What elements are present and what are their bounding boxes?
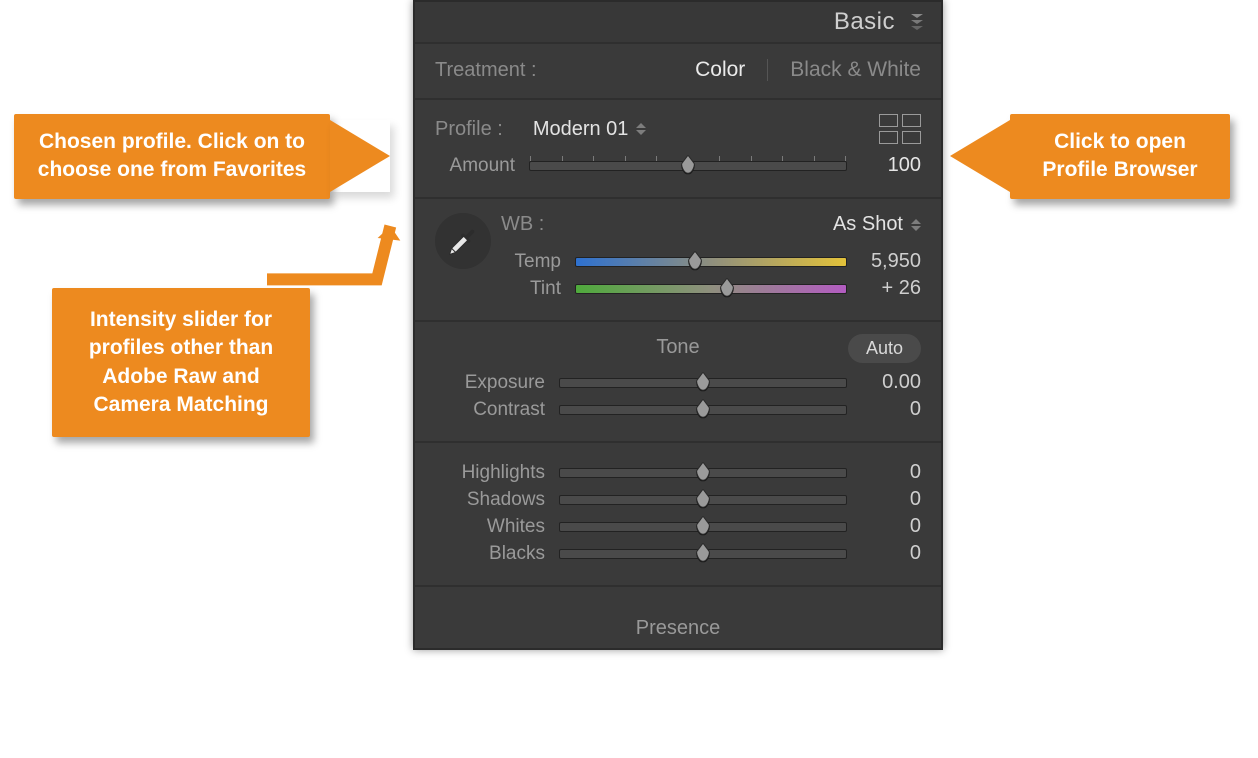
- tint-value[interactable]: + 26: [861, 277, 921, 300]
- slider-label: Shadows: [435, 489, 545, 511]
- slider-row: Whites 0: [435, 515, 921, 538]
- eyedropper-button[interactable]: [435, 213, 491, 269]
- temp-value[interactable]: 5,950: [861, 250, 921, 273]
- treatment-section: Treatment : Color Black & White: [415, 44, 941, 100]
- panel-title: Basic: [834, 8, 895, 36]
- treatment-label: Treatment :: [435, 59, 537, 82]
- temp-slider[interactable]: [575, 257, 847, 267]
- highlights-slider[interactable]: [559, 468, 847, 478]
- wb-section: WB : As Shot Temp 5,950 Tint: [415, 199, 941, 322]
- amount-label: Amount: [427, 155, 515, 177]
- wb-value: As Shot: [833, 213, 903, 236]
- wb-label: WB :: [501, 213, 544, 236]
- slider-row: Shadows 0: [435, 488, 921, 511]
- shadows-slider[interactable]: [559, 495, 847, 505]
- slider-label: Blacks: [435, 543, 545, 565]
- profile-label: Profile :: [435, 118, 503, 141]
- treatment-color[interactable]: Color: [695, 58, 745, 82]
- slider-value[interactable]: 0.00: [861, 371, 921, 394]
- slider-row: Highlights 0: [435, 461, 921, 484]
- wb-dropdown[interactable]: As Shot: [833, 213, 921, 236]
- whites-slider[interactable]: [559, 522, 847, 532]
- contrast-slider[interactable]: [559, 405, 847, 415]
- blacks-slider[interactable]: [559, 549, 847, 559]
- basic-panel: Basic Treatment : Color Black & White Pr…: [413, 0, 943, 650]
- slider-value[interactable]: 0: [861, 542, 921, 565]
- callout-browser: Click to open Profile Browser: [1010, 114, 1230, 199]
- callout-amount: Intensity slider for profiles other than…: [52, 288, 310, 437]
- panel-header: Basic: [415, 2, 941, 44]
- profile-section: Profile : Modern 01 Amount 100: [415, 100, 941, 199]
- exposure-slider[interactable]: [559, 378, 847, 388]
- tone-title: Tone: [656, 336, 699, 359]
- presence-section: Presence: [415, 587, 941, 648]
- arrow-left-icon: [950, 120, 1010, 192]
- tint-slider[interactable]: [575, 284, 847, 294]
- tone-section: Tone Auto Exposure 0.00 Contrast 0: [415, 322, 941, 443]
- callout-profile: Chosen profile. Click on to choose one f…: [14, 114, 330, 199]
- amount-slider[interactable]: [529, 161, 847, 171]
- slider-label: Contrast: [435, 399, 545, 421]
- slider-value[interactable]: 0: [861, 461, 921, 484]
- tint-label: Tint: [501, 278, 561, 300]
- temp-label: Temp: [501, 251, 561, 273]
- treatment-separator: [767, 59, 768, 81]
- slider-value[interactable]: 0: [861, 515, 921, 538]
- slider-value[interactable]: 0: [861, 398, 921, 421]
- slider-label: Exposure: [435, 372, 545, 394]
- profile-value: Modern 01: [533, 118, 629, 141]
- treatment-bw[interactable]: Black & White: [790, 58, 921, 82]
- slider-label: Whites: [435, 516, 545, 538]
- tone-section-2: Highlights 0 Shadows 0 Whites 0 Blacks 0: [415, 443, 941, 587]
- slider-row: Exposure 0.00: [435, 371, 921, 394]
- auto-button[interactable]: Auto: [848, 334, 921, 363]
- arrow-right-icon: [330, 120, 390, 192]
- amount-value[interactable]: 100: [861, 154, 921, 177]
- updown-icon: [911, 219, 921, 231]
- panel-disclosure-icon[interactable]: [909, 14, 925, 30]
- profile-dropdown[interactable]: Modern 01: [533, 118, 879, 141]
- slider-value[interactable]: 0: [861, 488, 921, 511]
- updown-icon: [636, 123, 646, 135]
- slider-label: Highlights: [435, 462, 545, 484]
- presence-title: Presence: [435, 601, 921, 646]
- slider-row: Contrast 0: [435, 398, 921, 421]
- profile-browser-button[interactable]: [879, 114, 921, 144]
- slider-row: Blacks 0: [435, 542, 921, 565]
